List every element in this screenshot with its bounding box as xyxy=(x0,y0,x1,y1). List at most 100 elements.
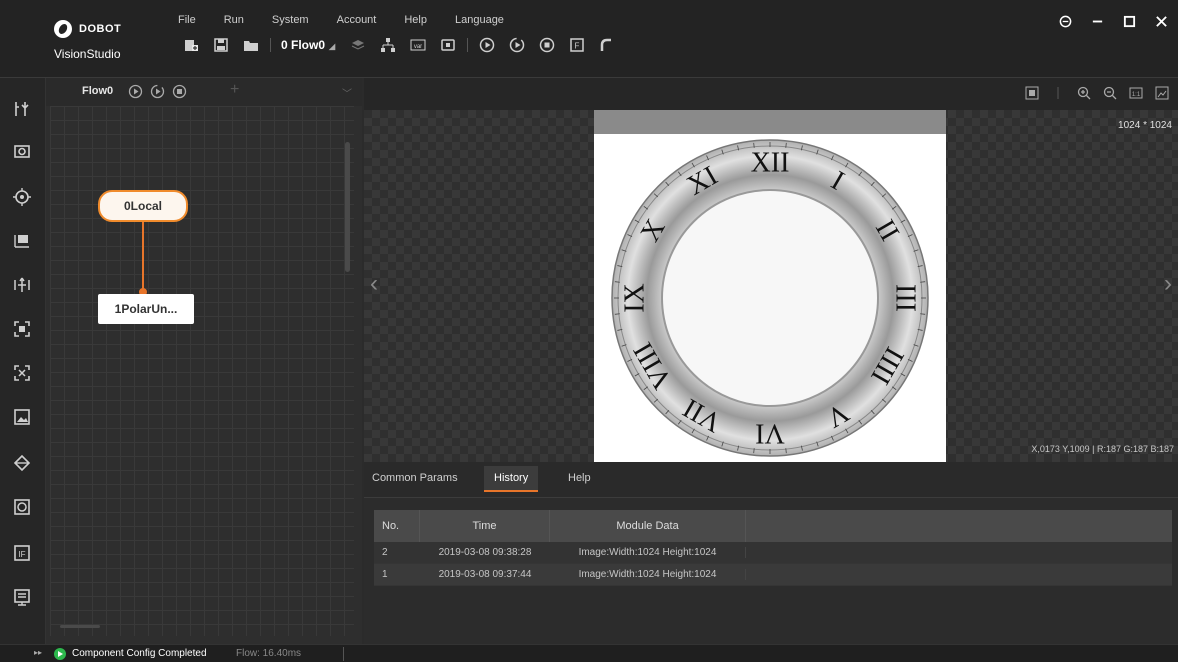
flow-selector-label: 0 Flow0 xyxy=(281,38,326,52)
svg-text:1:1: 1:1 xyxy=(1132,92,1141,98)
flow-canvas[interactable]: 0Local 1PolarUn... xyxy=(50,106,354,636)
toolbar-divider xyxy=(270,38,271,52)
column-header-time[interactable]: Time xyxy=(420,510,550,542)
row-data: Image:Width:1024 Height:1024 xyxy=(550,547,746,558)
tool-sidebar: IF xyxy=(0,78,46,644)
dial-numeral: XII xyxy=(751,147,790,178)
image-resolution: 1024 * 1024 xyxy=(1118,120,1172,131)
paint-bucket-icon[interactable] xyxy=(11,452,33,474)
chevron-down-icon[interactable]: ﹀ xyxy=(342,85,352,100)
open-folder-icon[interactable] xyxy=(242,36,260,54)
app-window: DOBOT VisionStudio File Run System Accou… xyxy=(0,0,1178,662)
brand-name: DOBOT xyxy=(79,23,122,35)
network-icon[interactable] xyxy=(379,36,397,54)
row-data: Image:Width:1024 Height:1024 xyxy=(550,569,746,580)
flow-header: Flow0 + ﹀ xyxy=(46,78,362,106)
actual-size-icon[interactable]: 1:1 xyxy=(1128,85,1144,101)
flow-selector[interactable]: 0 Flow0 ◢ xyxy=(281,38,335,52)
identify-icon[interactable] xyxy=(11,362,33,384)
table-header: No. Time Module Data xyxy=(374,510,1172,542)
tools-icon[interactable] xyxy=(11,98,33,120)
dial-numeral: III xyxy=(890,284,921,312)
menu-account[interactable]: Account xyxy=(337,14,377,26)
logic-if-icon[interactable]: IF xyxy=(11,542,33,564)
menu-system[interactable]: System xyxy=(272,14,309,26)
history-table: No. Time Module Data 2 2019-03-08 09:38:… xyxy=(374,510,1172,586)
measure-icon[interactable] xyxy=(11,230,33,252)
menu-language[interactable]: Language xyxy=(455,14,504,26)
tab-history[interactable]: History xyxy=(484,466,539,492)
stop-icon[interactable] xyxy=(538,36,556,54)
maximize-icon[interactable] xyxy=(1122,14,1136,28)
svg-text:var: var xyxy=(414,44,422,50)
row-no: 2 xyxy=(382,547,388,558)
new-solution-icon[interactable] xyxy=(182,36,200,54)
zoom-in-icon[interactable] xyxy=(1076,85,1092,101)
status-bar: ▸▸ Component Config Completed Flow: 16.4… xyxy=(0,644,1178,662)
dobot-logo-icon xyxy=(54,20,72,38)
tab-help[interactable]: Help xyxy=(568,472,591,484)
svg-text:F: F xyxy=(575,42,580,51)
run-once-icon[interactable] xyxy=(478,36,496,54)
tab-common-params[interactable]: Common Params xyxy=(372,472,458,484)
product-name: VisionStudio xyxy=(54,47,121,61)
minimize-icon[interactable] xyxy=(1090,14,1104,28)
prev-image-icon[interactable]: ‹ xyxy=(370,270,378,298)
flow-run-icon[interactable] xyxy=(128,84,143,99)
column-header-no[interactable]: No. xyxy=(374,510,420,542)
column-header-module-data[interactable]: Module Data xyxy=(550,510,746,542)
flow-node-label: 0Local xyxy=(123,199,162,213)
row-time: 2019-03-08 09:38:28 xyxy=(438,547,532,558)
variable-icon[interactable]: var xyxy=(409,36,427,54)
flow-panel: Flow0 + ﹀ 0Local 1PolarUn... xyxy=(46,78,362,644)
robot-arm-icon[interactable] xyxy=(598,36,616,54)
layers-icon[interactable] xyxy=(349,36,367,54)
save-image-icon[interactable] xyxy=(1154,85,1170,101)
close-icon[interactable] xyxy=(1154,14,1168,28)
form-icon[interactable]: F xyxy=(568,36,586,54)
dial-numeral: VI xyxy=(755,418,785,449)
flow-hscrollbar[interactable] xyxy=(60,625,100,628)
main-toolbar: 0 Flow0 ◢ var F xyxy=(176,30,622,60)
params-panel: Common Params History Help No. Time Modu… xyxy=(364,462,1178,644)
flow-run-loop-icon[interactable] xyxy=(150,84,165,99)
calibrate-icon[interactable] xyxy=(11,274,33,296)
clock-dial-image: XII I II III IIII V VI VII VIII IX X XI xyxy=(594,110,946,462)
expand-arrow-icon[interactable]: ▸▸ xyxy=(34,648,42,657)
divider xyxy=(1050,85,1066,101)
focus-frame-icon[interactable] xyxy=(11,318,33,340)
menu-bar: File Run System Account Help Language xyxy=(178,14,532,26)
image-canvas[interactable]: ‹ XII I II III IIII V VI VII VIII IX X XI › 1024 * … xyxy=(364,110,1178,462)
status-divider xyxy=(343,647,344,661)
next-image-icon[interactable]: › xyxy=(1164,270,1172,298)
settings-circle-icon[interactable] xyxy=(1058,14,1072,28)
table-row[interactable]: 1 2019-03-08 09:37:44 Image:Width:1024 H… xyxy=(374,564,1172,586)
status-message: Component Config Completed xyxy=(72,648,207,659)
zoom-out-icon[interactable] xyxy=(1102,85,1118,101)
viewer-toolbar: 1:1 xyxy=(364,78,1178,110)
menu-file[interactable]: File xyxy=(178,14,196,26)
flow-node-local[interactable]: 0Local xyxy=(98,190,188,222)
camera-icon[interactable] xyxy=(11,140,33,162)
fit-icon[interactable] xyxy=(1024,85,1040,101)
locate-icon[interactable] xyxy=(11,186,33,208)
table-row[interactable]: 2 2019-03-08 09:38:28 Image:Width:1024 H… xyxy=(374,542,1172,564)
menu-help[interactable]: Help xyxy=(404,14,427,26)
flow-selector-caret-icon: ◢ xyxy=(329,42,336,51)
communication-icon[interactable] xyxy=(11,586,33,608)
run-loop-icon[interactable] xyxy=(508,36,526,54)
flow-stop-icon[interactable] xyxy=(172,84,187,99)
image-process-icon[interactable] xyxy=(11,406,33,428)
menu-run[interactable]: Run xyxy=(224,14,244,26)
gauge-icon[interactable] xyxy=(11,496,33,518)
toolbar-divider xyxy=(467,38,469,52)
brand-logo: DOBOT VisionStudio xyxy=(48,8,158,70)
flow-scrollbar[interactable] xyxy=(345,142,350,272)
row-no: 1 xyxy=(382,569,388,580)
save-icon[interactable] xyxy=(212,36,230,54)
display-icon[interactable] xyxy=(439,36,457,54)
flow-tab[interactable]: Flow0 xyxy=(82,85,113,97)
image-viewer: 1:1 ‹ XII I II III IIII V VI VII VIII IX X XI › 102… xyxy=(364,78,1178,462)
add-flow-icon[interactable]: + xyxy=(230,81,239,99)
flow-node-polar-unwrap[interactable]: 1PolarUn... xyxy=(98,294,194,324)
